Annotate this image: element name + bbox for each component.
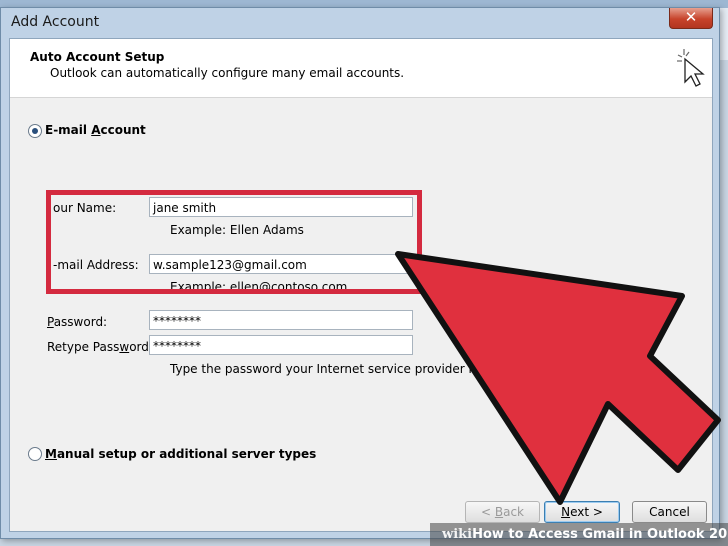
wizard-header: Auto Account Setup Outlook can automatic…	[10, 39, 712, 98]
retype-password-input[interactable]: ********	[149, 335, 413, 355]
header-subtitle: Outlook can automatically configure many…	[50, 66, 405, 80]
close-button[interactable]: ✕	[669, 8, 713, 29]
back-button[interactable]: < Back	[465, 501, 540, 523]
password-input[interactable]: ********	[149, 310, 413, 330]
cancel-button[interactable]: Cancel	[632, 501, 707, 523]
password-hint: Type the password your Internet service …	[170, 362, 505, 376]
dialog-client-area: Auto Account Setup Outlook can automatic…	[9, 38, 713, 532]
cursor-sparkle-icon	[677, 49, 705, 87]
add-account-dialog: Add Account ✕ Auto Account Setup Outlook…	[0, 7, 720, 539]
highlight-box	[46, 190, 422, 294]
next-button[interactable]: Next >	[544, 501, 620, 523]
retype-password-label: Retype Password:	[47, 340, 153, 354]
dialog-titlebar: Add Account ✕	[1, 8, 719, 38]
radio-selected-dot	[32, 128, 38, 134]
watermark-text: How to Access Gmail in Outlook 2010	[472, 527, 728, 542]
watermark-brand: wiki	[442, 527, 473, 542]
header-title: Auto Account Setup	[30, 50, 165, 64]
manual-setup-label: Manual setup or additional server types	[45, 447, 317, 461]
email-account-label: E-mail Account	[45, 123, 146, 137]
dialog-title: Add Account	[11, 14, 100, 30]
close-icon: ✕	[684, 8, 698, 26]
password-label: Password:	[47, 315, 108, 329]
manual-setup-radio[interactable]	[28, 447, 42, 461]
email-account-radio[interactable]	[28, 124, 42, 138]
wikihow-watermark: wikiHow to Access Gmail in Outlook 2010	[430, 523, 728, 546]
